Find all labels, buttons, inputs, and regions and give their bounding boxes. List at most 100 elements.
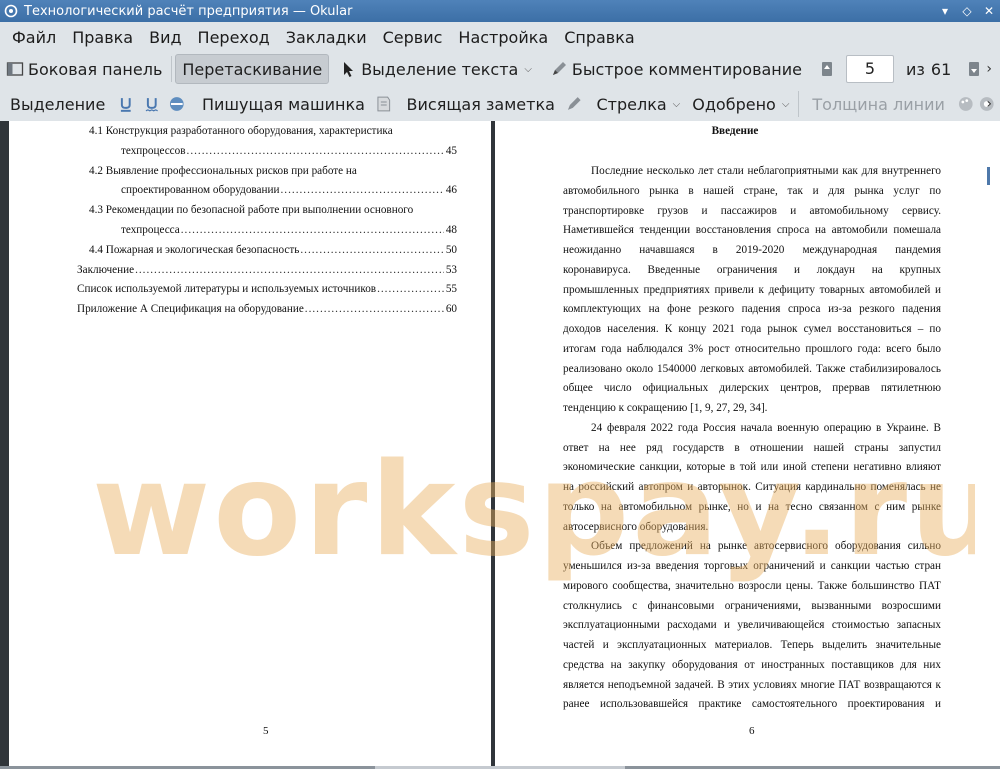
menu-bookmarks[interactable]: Закладки (278, 28, 375, 47)
stamp-label: Одобрено (692, 94, 776, 114)
typewriter-label: Пишущая машинка (201, 94, 365, 114)
text-line: экономические санкции, которые в той или… (563, 461, 941, 474)
toc-line: Список используемой литературы и использ… (77, 283, 457, 295)
page-6: Введение Последние несколько лет стали н… (495, 121, 975, 766)
text-line: ранее использовавшейся практике самостоя… (563, 698, 941, 711)
scrollbar-thumb[interactable] (987, 167, 990, 185)
text-selection-label: Выделение текста (361, 59, 519, 79)
freehand-line-icon[interactable] (565, 95, 583, 113)
stamp-button[interactable]: Одобрено ⌵ (686, 89, 795, 119)
text-line: является неподъемной задачей. В этих усл… (563, 678, 941, 691)
text-line: итогам года наблюдался 3% рост относител… (563, 342, 941, 355)
text-line: эксплуатационными расходами и увеличиваю… (563, 619, 941, 632)
minimize-icon[interactable]: ▾ (934, 4, 956, 18)
text-line: частей и эксплуатационных материалов. Те… (563, 639, 941, 651)
text-line: неожиданно начавшаяся в 2019-2020 междун… (563, 244, 941, 256)
window-title: Технологический расчёт предприятия — Oku… (24, 3, 353, 19)
popup-note-button[interactable]: Висящая заметка (401, 89, 561, 119)
toc-line: техпроцесса 48 (121, 224, 457, 236)
total-pages: 61 (930, 59, 952, 79)
strikeout-icon[interactable] (168, 95, 186, 113)
sidebar-icon (6, 62, 24, 76)
page-number: 6 (749, 725, 755, 737)
title-bar: Технологический расчёт предприятия — Oku… (0, 0, 1000, 22)
toc-line: 4.3 Рекомендации по безопасной работе пр… (89, 204, 414, 216)
toc-line: 4.1 Конструкция разработанного оборудова… (89, 125, 393, 137)
highlight-button[interactable]: Выделение (0, 89, 111, 119)
text-line: Наметившейся тенденции восстановления сп… (563, 224, 941, 237)
menu-bar: Файл Правка Вид Переход Закладки Сервис … (0, 22, 1000, 52)
page-number: 5 (263, 725, 269, 737)
menu-settings[interactable]: Настройка (450, 28, 556, 47)
text-line: тенденцию к сокращению [1, 9, 27, 29, 34… (563, 402, 768, 414)
vertical-scrollbar[interactable] (975, 121, 1000, 766)
typewriter-button[interactable]: Пишущая машинка (196, 89, 371, 119)
menu-view[interactable]: Вид (141, 28, 189, 47)
text-line: только на автомобильном рынке, но и на т… (563, 500, 941, 513)
line-width-button[interactable]: Толщина линии (806, 89, 951, 119)
main-toolbar: Боковая панель Перетаскивание Выделение … (0, 52, 1000, 86)
chevron-down-icon[interactable]: ⌵ (524, 64, 532, 75)
toc-line: Приложение А Спецификация на оборудовани… (77, 303, 457, 315)
next-page-icon[interactable] (965, 60, 983, 78)
pen-icon (552, 62, 566, 75)
maximize-icon[interactable]: ◇ (956, 4, 978, 18)
text-line: комплектующих на фоне резкого падения сп… (563, 303, 941, 316)
menu-help[interactable]: Справка (556, 28, 643, 47)
text-selection-button[interactable]: Выделение текста ⌵ (333, 54, 538, 84)
text-line: Последние несколько лет стали неблагопри… (591, 165, 941, 177)
text-line: средства на закупку оборудования от инос… (563, 658, 941, 671)
text-line: на российский автопром и авторынок. Ситу… (563, 481, 941, 493)
text-line: автомобильного рынка в нашей стране, так… (563, 184, 941, 197)
menu-go[interactable]: Переход (190, 28, 278, 47)
text-line: коронавируса. Введенные ограничения и ло… (563, 263, 941, 276)
document-view[interactable]: 4.1 Конструкция разработанного оборудова… (0, 121, 1000, 766)
text-line: промышленных предприятиях привели к дефи… (563, 283, 941, 296)
toolbar-separator (171, 56, 173, 82)
section-heading: Введение (711, 125, 759, 137)
text-line: 24 февраля 2022 года Россия начала военн… (591, 421, 941, 434)
arrow-tool-label: Стрелка (596, 94, 667, 114)
text-line: Объем предложений на рынке автосервисног… (591, 540, 941, 553)
text-line: автосервисного оборудования. (563, 520, 709, 533)
text-line: реализовано около 1540000 легковых автом… (563, 362, 941, 375)
arrow-tool-button[interactable]: Стрелка ⌵ (590, 89, 686, 119)
cursor-arrow-icon (344, 62, 354, 77)
close-icon[interactable]: ✕ (978, 4, 1000, 18)
page-number-input[interactable]: 5 (846, 55, 895, 83)
toolbar-overflow-icon[interactable]: › (986, 96, 992, 112)
note-icon[interactable] (375, 95, 393, 113)
chevron-down-icon[interactable]: ⌵ (673, 99, 681, 110)
line-width-label: Толщина линии (812, 94, 945, 114)
highlight-label: Выделение (10, 94, 106, 114)
toolbar-separator (798, 91, 800, 117)
underline-icon[interactable] (117, 95, 135, 113)
quick-annotation-label: Быстрое комментирование (571, 59, 803, 79)
sidebar-label: Боковая панель (28, 59, 163, 79)
toc-line: Заключение 53 (77, 264, 457, 276)
previous-page-icon[interactable] (818, 60, 836, 78)
menu-file[interactable]: Файл (4, 28, 64, 47)
menu-tools[interactable]: Сервис (375, 28, 451, 47)
quick-annotation-button[interactable]: Быстрое комментирование (544, 54, 808, 84)
text-line: столкнулись с финансовыми ограничениями,… (563, 599, 941, 612)
text-line: общее число официальных дилерских центро… (563, 382, 941, 395)
toc-line: спроектированном оборудовании 46 (121, 184, 457, 196)
text-line: ответ на нее ряд государств в отношении … (563, 441, 941, 454)
chevron-down-icon[interactable]: ⌵ (782, 99, 790, 110)
annotation-toolbar: Выделение Пишущая машинка Висящая заметк… (0, 87, 1000, 121)
toc-line: 4.2 Выявление профессиональных рисков пр… (89, 165, 357, 177)
page-of-label: из (906, 59, 925, 79)
toolbar-overflow-icon[interactable]: › (986, 61, 992, 77)
sidebar-button[interactable]: Боковая панель (0, 54, 168, 84)
browse-tool-button[interactable]: Перетаскивание (175, 54, 330, 84)
color-icon[interactable] (957, 95, 975, 113)
text-line: уменьшился из-за введения торговых огран… (563, 560, 941, 572)
menu-edit[interactable]: Правка (64, 28, 141, 47)
browse-tool-label: Перетаскивание (182, 59, 323, 79)
toc-line: 4.4 Пожарная и экологическая безопасност… (89, 244, 457, 256)
toc-line: техпроцессов 45 (121, 145, 457, 157)
squiggly-underline-icon[interactable] (143, 95, 161, 113)
text-line: мирового сообщества, значительно возросл… (563, 579, 941, 592)
page-5: 4.1 Конструкция разработанного оборудова… (9, 121, 491, 766)
